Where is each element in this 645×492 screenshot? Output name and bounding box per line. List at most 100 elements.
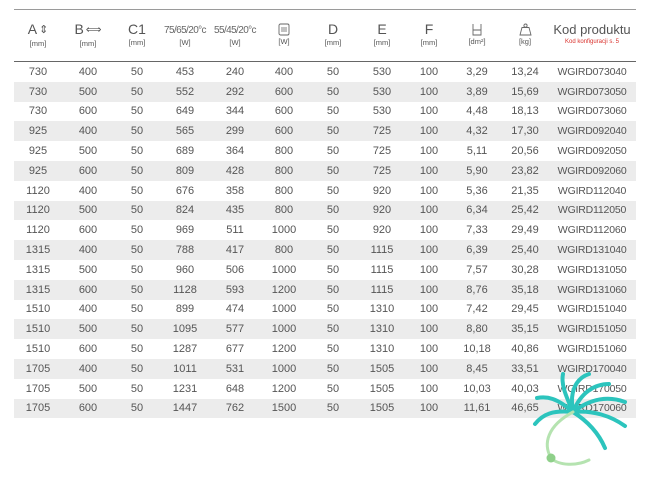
table-cell: 100 — [406, 240, 452, 260]
table-cell: 35,18 — [502, 279, 548, 300]
table-cell: 1095 — [160, 319, 210, 340]
table-cell: 100 — [419, 65, 439, 78]
table-cell: 925 — [14, 121, 62, 142]
table-cell: 593 — [210, 279, 260, 300]
col-label-e: E — [377, 21, 387, 37]
table-cell: 50 — [326, 184, 340, 197]
table-cell: 925 — [28, 145, 48, 158]
table-cell: 577 — [210, 319, 260, 340]
table-cell: 240 — [225, 65, 245, 78]
table-cell: 1120 — [26, 224, 50, 237]
col-unit-a: [mm] — [29, 39, 47, 48]
table-cell: 1011 — [160, 358, 210, 379]
table-cell: 725 — [372, 145, 392, 158]
table-cell: 511 — [226, 224, 244, 237]
table-row: 1510 400 50 899 474 1000 50 1310 100 7,42 29,45 WGI… — [14, 300, 636, 320]
table-cell: 730 — [14, 81, 62, 102]
table-header-row: A ⇕ [mm] B ⟺ [mm] C1 [mm] 75/65/20°c [W] 5… — [14, 9, 636, 62]
table-cell: 100 — [406, 319, 452, 340]
table-cell: 648 — [225, 382, 245, 395]
left-right-arrow-icon: ⟺ — [85, 24, 102, 36]
table-cell: 1315 — [14, 240, 62, 260]
brand-swirl-logo — [533, 372, 627, 466]
product-code-cell: WGIRD092050 — [557, 145, 627, 158]
table-cell: 8,76 — [452, 279, 502, 300]
table-cell: 23,82 — [502, 160, 548, 181]
table-cell: 725 — [358, 121, 406, 142]
table-cell: 8,80 — [452, 319, 502, 340]
table-body: 730 400 50 453 240 400 50 530 100 3,29 13,24 WGIRD0… — [14, 62, 636, 419]
table-cell: 50 — [308, 279, 358, 300]
col-header-surface: [dm²] — [452, 9, 502, 62]
table-cell: 1500 — [260, 398, 308, 419]
table-cell: 7,33 — [466, 224, 488, 237]
table-cell: 50 — [114, 81, 160, 102]
table-cell: 50 — [308, 319, 358, 340]
table-cell: 1705 — [25, 382, 51, 395]
col-label-power-75: 75/65/20°c — [164, 25, 207, 36]
table-cell: 500 — [62, 200, 114, 221]
table-cell: 100 — [419, 263, 439, 276]
table-cell: 1120 — [26, 184, 50, 197]
table-cell: 50 — [130, 224, 144, 237]
table-cell: 725 — [358, 160, 406, 181]
col-header-f: F [mm] — [406, 9, 452, 62]
product-code-cell: WGIRD112050 — [548, 200, 636, 221]
table-cell: 1200 — [271, 382, 297, 395]
col-label-a: A — [27, 21, 38, 37]
table-cell: 1310 — [358, 319, 406, 340]
table-cell: 506 — [225, 263, 245, 276]
table-cell: 400 — [78, 184, 98, 197]
table-cell: 788 — [160, 240, 210, 260]
table-cell: 50 — [326, 343, 340, 356]
table-cell: 50 — [114, 398, 160, 419]
table-row: 1315 600 50 1128 593 1200 50 1115 100 8,76 35,18 WG… — [14, 279, 636, 300]
table-cell: 899 — [175, 303, 195, 316]
table-cell: 50 — [326, 65, 340, 78]
col-label-power-55: 55/45/20°c — [214, 25, 257, 36]
table-cell: 29,49 — [511, 224, 539, 237]
table-cell: 969 — [175, 224, 195, 237]
table-cell: 530 — [358, 81, 406, 102]
table-cell: 100 — [419, 145, 439, 158]
table-cell: 50 — [130, 145, 144, 158]
table-cell: 10,18 — [463, 343, 491, 356]
product-code-cell: WGIRD151040 — [557, 303, 627, 316]
col-label-b: B — [74, 21, 84, 37]
table-cell: 500 — [78, 382, 98, 395]
product-code-cell: WGIRD092040 — [548, 121, 636, 142]
surface-area-icon — [472, 24, 482, 36]
table-cell: 18,13 — [511, 105, 539, 118]
table-row: 925 500 50 689 364 800 50 725 100 5,11 20,56 WGIRD0… — [14, 141, 636, 161]
table-cell: 1115 — [370, 263, 394, 276]
product-code-cell: WGIRD073060 — [557, 105, 627, 118]
table-row: 1120 500 50 824 435 800 50 920 100 6,34 25,42 WGIRD… — [14, 200, 636, 221]
table-row: 1120 600 50 969 511 1000 50 920 100 7,33 29,49 WGIR… — [14, 220, 636, 240]
table-cell: 29,45 — [511, 303, 539, 316]
col-label-f: F — [424, 21, 434, 37]
table-cell: 600 — [274, 105, 294, 118]
table-cell: 100 — [419, 303, 439, 316]
table-cell: 1315 — [14, 279, 62, 300]
table-cell: 800 — [274, 145, 294, 158]
table-cell: 600 — [260, 121, 308, 142]
col-header-b: B ⟺ [mm] — [62, 9, 114, 62]
table-cell: 50 — [114, 200, 160, 221]
table-cell: 730 — [28, 105, 48, 118]
table-cell: 358 — [225, 184, 245, 197]
table-cell: 100 — [419, 224, 439, 237]
table-cell: 6,39 — [452, 240, 502, 260]
product-code-cell: WGIRD131060 — [548, 279, 636, 300]
table-cell: 10,03 — [463, 382, 491, 395]
table-cell: 565 — [160, 121, 210, 142]
table-cell: 453 — [175, 65, 195, 78]
table-cell: 1200 — [271, 343, 297, 356]
col-unit-f: [mm] — [420, 38, 438, 47]
table-cell: 50 — [130, 343, 144, 356]
table-cell: 35,15 — [502, 319, 548, 340]
table-cell: 20,56 — [511, 145, 539, 158]
table-cell: 100 — [406, 200, 452, 221]
table-row: 925 600 50 809 428 800 50 725 100 5,90 23,82 WGIRD0… — [14, 160, 636, 181]
col-unit-power-55: [W] — [229, 38, 241, 47]
table-cell: 50 — [130, 263, 144, 276]
